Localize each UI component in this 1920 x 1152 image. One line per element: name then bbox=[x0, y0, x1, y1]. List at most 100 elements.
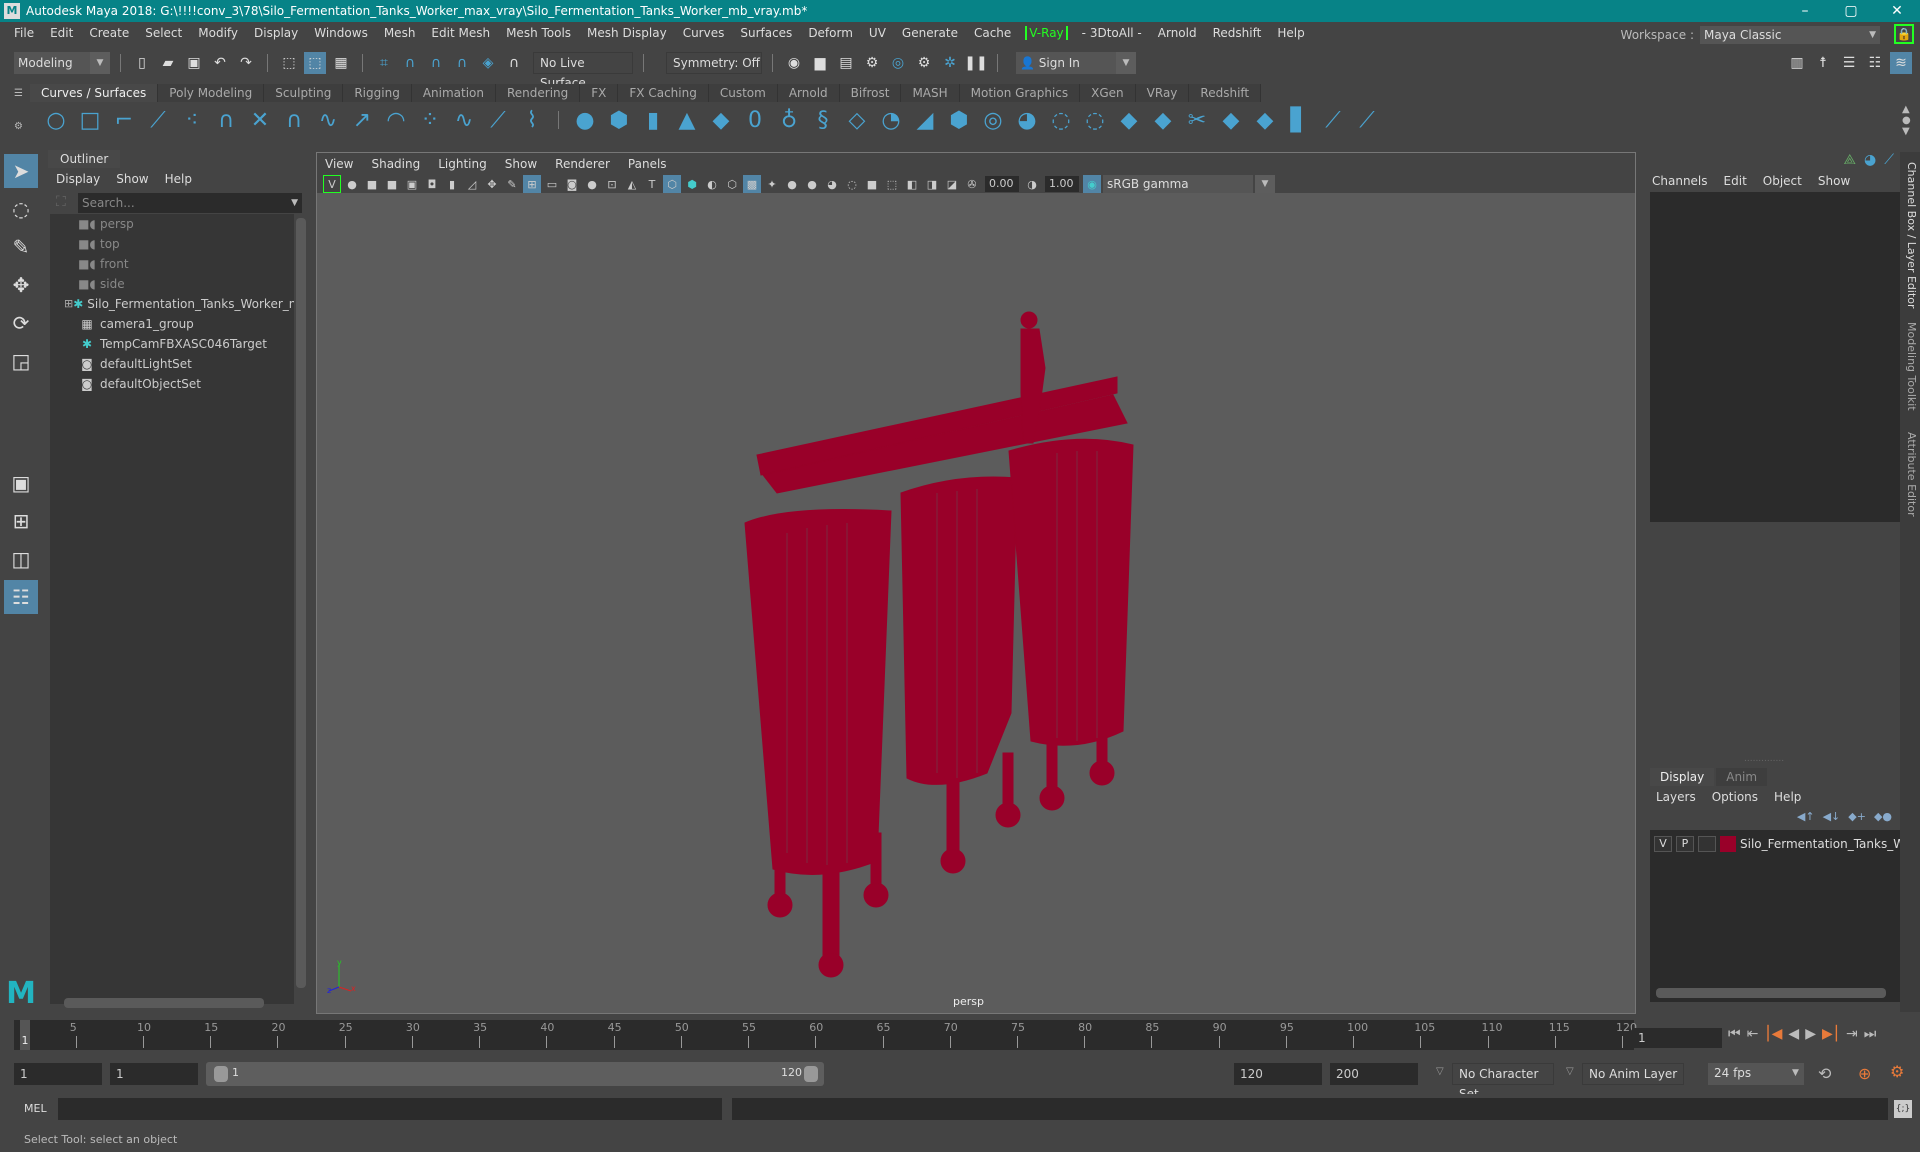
arc-tool-icon[interactable]: ✕ bbox=[246, 106, 274, 134]
outliner-layout-icon[interactable]: ☷ bbox=[4, 580, 38, 614]
insert-isoparm-icon[interactable]: ▋ bbox=[1285, 106, 1313, 134]
nurbs-torus-icon[interactable]: 0 bbox=[741, 106, 769, 134]
expand-icon[interactable]: ⊞ bbox=[64, 294, 73, 314]
current-frame-field[interactable]: 1 bbox=[1632, 1028, 1722, 1048]
step-forward-key-icon[interactable]: ⇥ bbox=[1846, 1026, 1858, 1042]
menu-mesh-display[interactable]: Mesh Display bbox=[579, 26, 675, 40]
use-all-lights-icon[interactable]: ✦ bbox=[763, 175, 781, 193]
select-object-icon[interactable]: ⬚ bbox=[304, 52, 326, 74]
side-tab-modeling-toolkit[interactable]: Modeling Toolkit bbox=[1902, 322, 1918, 411]
paint-select-icon[interactable]: ✎ bbox=[4, 230, 38, 264]
rect-icon[interactable]: ■ bbox=[363, 175, 381, 193]
textured-icon[interactable]: ▩ bbox=[743, 175, 761, 193]
menu-mesh[interactable]: Mesh bbox=[376, 26, 424, 40]
sign-in-dropdown[interactable]: 👤 Sign In ▼ bbox=[1016, 52, 1136, 74]
detach-surfaces-icon[interactable]: ◆ bbox=[1217, 106, 1245, 134]
ipr-render-icon[interactable]: ▤ bbox=[835, 52, 857, 74]
range-slider[interactable]: 1 120 bbox=[206, 1062, 824, 1086]
menu-file[interactable]: File bbox=[6, 26, 42, 40]
pencil-curve-icon[interactable]: ⁖ bbox=[178, 106, 206, 134]
bezier-curve-icon[interactable]: ∩ bbox=[212, 106, 240, 134]
menu-curves[interactable]: Curves bbox=[675, 26, 733, 40]
boundary-icon[interactable]: ◎ bbox=[979, 106, 1007, 134]
filter-icon[interactable]: ⛶ bbox=[56, 194, 66, 210]
xray-joints-icon[interactable]: ◨ bbox=[923, 175, 941, 193]
add-points-icon[interactable]: ⟋ bbox=[484, 106, 512, 134]
render-settings-icon[interactable]: ⚙ bbox=[861, 52, 883, 74]
object-menu[interactable]: Object bbox=[1763, 172, 1802, 190]
smooth-shade-icon[interactable]: ⬢ bbox=[683, 175, 701, 193]
layers-menu[interactable]: Layers bbox=[1656, 788, 1696, 806]
shelf-tab-sculpting[interactable]: Sculpting bbox=[264, 84, 344, 102]
shelf-tab-rigging[interactable]: Rigging bbox=[343, 84, 412, 102]
nurbs-sphere-icon[interactable]: ● bbox=[571, 106, 599, 134]
motion-blur-icon[interactable]: ◕ bbox=[823, 175, 841, 193]
help-menu[interactable]: Help bbox=[1774, 788, 1801, 806]
menu-windows[interactable]: Windows bbox=[306, 26, 376, 40]
outliner-item[interactable]: ■◖ front bbox=[50, 254, 294, 274]
outliner-item[interactable]: ■◖ top bbox=[50, 234, 294, 254]
select-hierarchy-icon[interactable]: ⬚ bbox=[278, 52, 300, 74]
range-start-handle[interactable] bbox=[214, 1066, 228, 1082]
menu-generate[interactable]: Generate bbox=[894, 26, 966, 40]
menu-set-dropdown[interactable]: Modeling ▼ bbox=[14, 52, 110, 74]
open-close-surface-icon[interactable]: ◆ bbox=[1251, 106, 1279, 134]
layer-color-swatch[interactable] bbox=[1720, 836, 1736, 852]
shelf-tab-rendering[interactable]: Rendering bbox=[496, 84, 581, 102]
menu-deform[interactable]: Deform bbox=[800, 26, 861, 40]
anim-layer-dropdown[interactable]: No Anim Layer bbox=[1582, 1063, 1684, 1085]
viewport-menu-lighting[interactable]: Lighting bbox=[438, 155, 487, 173]
open-scene-icon[interactable]: ▰ bbox=[157, 52, 179, 74]
shelf-tab-fx-caching[interactable]: FX Caching bbox=[618, 84, 709, 102]
character-set-dropdown[interactable]: No Character Set bbox=[1452, 1063, 1554, 1101]
shelf-tab-fx[interactable]: FX bbox=[580, 84, 619, 102]
channel-box-icon[interactable]: ≋ bbox=[1890, 52, 1912, 74]
2d-pan-zoom-icon[interactable]: ✥ bbox=[483, 175, 501, 193]
cv-curve-icon[interactable]: ⌐ bbox=[110, 106, 138, 134]
menu-edit[interactable]: Edit bbox=[42, 26, 81, 40]
revolve-icon[interactable]: ♁ bbox=[775, 106, 803, 134]
grid-icon[interactable]: ⊞ bbox=[523, 175, 541, 193]
fps-dropdown[interactable]: 24 fps bbox=[1708, 1063, 1804, 1085]
planar-icon[interactable]: ◇ bbox=[843, 106, 871, 134]
two-view-icon[interactable]: ◫ bbox=[4, 542, 38, 576]
close-button[interactable]: ✕ bbox=[1874, 3, 1920, 19]
sphere-icon[interactable]: ● bbox=[343, 175, 361, 193]
menu-help[interactable]: Help bbox=[1269, 26, 1312, 40]
viewport-menu-panels[interactable]: Panels bbox=[628, 155, 667, 173]
shelf-tab-poly-modeling[interactable]: Poly Modeling bbox=[158, 84, 265, 102]
select-component-icon[interactable]: ▦ bbox=[330, 52, 352, 74]
outliner-menu-help[interactable]: Help bbox=[165, 170, 192, 188]
square-surface-icon[interactable]: ◕ bbox=[1013, 106, 1041, 134]
snap-surface-icon[interactable]: ∩ bbox=[503, 52, 525, 74]
step-back-key-icon[interactable]: ⇤ bbox=[1747, 1026, 1759, 1042]
intersect-icon[interactable]: ◌ bbox=[1081, 106, 1109, 134]
panel-splitter[interactable]: .............. bbox=[1744, 754, 1784, 764]
grease-pencil-icon[interactable]: ✎ bbox=[503, 175, 521, 193]
character-set-arrow-icon[interactable]: ▽ bbox=[1436, 1066, 1444, 1077]
animation-preferences-icon[interactable]: ⚙ bbox=[1890, 1062, 1904, 1081]
workspace-dropdown[interactable]: Maya Classic bbox=[1700, 26, 1880, 44]
camera-lock-icon[interactable]: ▣ bbox=[403, 175, 421, 193]
outliner-item[interactable]: ■◖ side bbox=[50, 274, 294, 294]
minimize-button[interactable]: – bbox=[1782, 3, 1828, 19]
insert-knot-icon[interactable]: ↗ bbox=[348, 106, 376, 134]
redo-icon[interactable]: ↷ bbox=[235, 52, 257, 74]
menu-redshift[interactable]: Redshift bbox=[1205, 26, 1270, 40]
shelf-tab-xgen[interactable]: XGen bbox=[1080, 84, 1136, 102]
manipulator-icon[interactable]: ⟁ bbox=[1843, 152, 1856, 168]
auto-key-icon[interactable]: ⊕ bbox=[1858, 1064, 1871, 1083]
depth-of-field-icon[interactable]: ■ bbox=[863, 175, 881, 193]
save-scene-icon[interactable]: ▣ bbox=[183, 52, 205, 74]
outliner-tab[interactable]: Outliner bbox=[48, 150, 121, 168]
select-tool-icon[interactable]: ➤ bbox=[4, 154, 38, 188]
shelf-tab-motion-graphics[interactable]: Motion Graphics bbox=[959, 84, 1081, 102]
maximize-button[interactable]: ▢ bbox=[1828, 3, 1874, 19]
new-scene-icon[interactable]: ▯ bbox=[131, 52, 153, 74]
snap-grid-icon[interactable]: ⌗ bbox=[373, 52, 395, 74]
snap-view-plane-icon[interactable]: ∩ bbox=[451, 52, 473, 74]
lock-icon[interactable]: 🔒 bbox=[1894, 24, 1914, 44]
menu-cache[interactable]: Cache bbox=[966, 26, 1019, 40]
ambient-occlusion-icon[interactable]: ● bbox=[803, 175, 821, 193]
outliner-horizontal-scrollbar[interactable] bbox=[64, 998, 264, 1008]
